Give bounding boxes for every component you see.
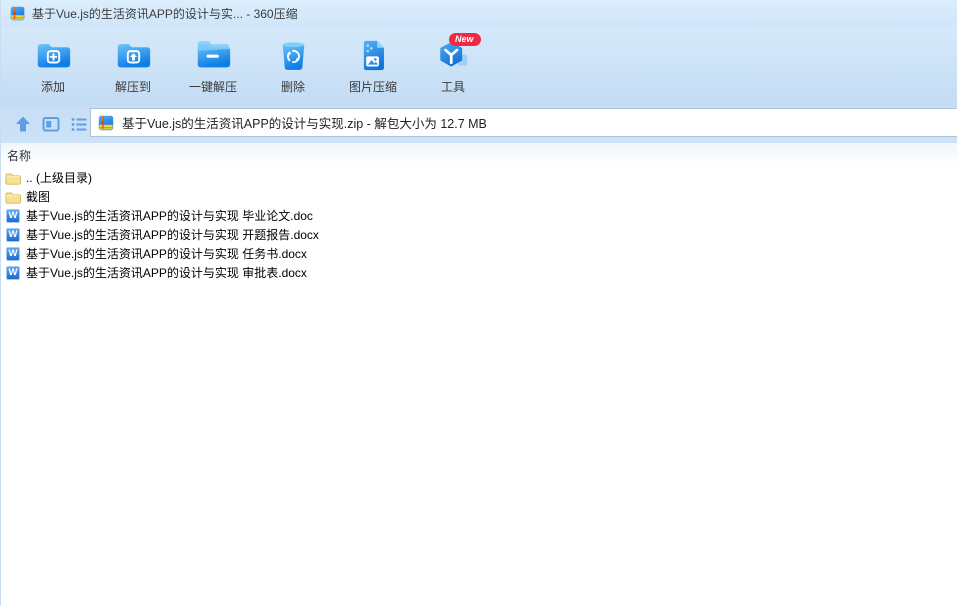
column-header-row: 名称 xyxy=(1,143,957,168)
image-compress-button-label: 图片压缩 xyxy=(349,78,397,95)
word-doc-icon: W xyxy=(5,227,21,243)
up-arrow-icon[interactable] xyxy=(13,114,33,134)
extract-to-button-label: 解压到 xyxy=(115,78,151,95)
list-item-doc[interactable]: W 基于Vue.js的生活资讯APP的设计与实现 开题报告.docx xyxy=(1,225,957,244)
one-click-extract-folder-icon xyxy=(196,34,231,76)
folder-icon xyxy=(5,189,21,205)
title-bar: 基于Vue.js的生活资讯APP的设计与实... - 360压缩 xyxy=(1,0,957,27)
trash-recycle-icon xyxy=(280,34,307,76)
list-view-icon[interactable] xyxy=(69,114,89,134)
add-folder-icon xyxy=(36,34,71,76)
file-name: 基于Vue.js的生活资讯APP的设计与实现 任务书.docx xyxy=(26,245,307,262)
list-item-parent-dir[interactable]: .. (上级目录) xyxy=(1,168,957,187)
image-compress-button[interactable]: 图片压缩 xyxy=(333,32,413,102)
window-title: 基于Vue.js的生活资讯APP的设计与实... - 360压缩 xyxy=(32,5,298,22)
file-name: 基于Vue.js的生活资讯APP的设计与实现 开题报告.docx xyxy=(26,226,319,243)
list-item-folder[interactable]: 截图 xyxy=(1,187,957,206)
folder-icon xyxy=(5,170,21,186)
file-list: .. (上级目录) 截图 W 基于Vue.js的生活资讯APP的设计与实现 毕业… xyxy=(1,168,957,282)
file-name: 基于Vue.js的生活资讯APP的设计与实现 审批表.docx xyxy=(26,264,307,281)
word-doc-icon: W xyxy=(5,208,21,224)
word-doc-icon: W xyxy=(5,265,21,281)
nav-bar: 基于Vue.js的生活资讯APP的设计与实现.zip - 解包大小为 12.7 … xyxy=(1,105,957,143)
delete-button[interactable]: 删除 xyxy=(253,32,333,102)
archive-path-text: 基于Vue.js的生活资讯APP的设计与实现.zip - 解包大小为 12.7 … xyxy=(122,113,487,132)
one-click-extract-button-label: 一键解压 xyxy=(189,78,237,95)
zip-archive-icon xyxy=(9,5,26,22)
word-doc-icon: W xyxy=(5,246,21,262)
tools-button-label: 工具 xyxy=(441,78,465,95)
list-item-doc[interactable]: W 基于Vue.js的生活资讯APP的设计与实现 任务书.docx xyxy=(1,244,957,263)
detail-view-icon[interactable] xyxy=(41,114,61,134)
list-item-doc[interactable]: W 基于Vue.js的生活资讯APP的设计与实现 审批表.docx xyxy=(1,263,957,282)
extract-to-button[interactable]: 解压到 xyxy=(93,32,173,102)
add-button[interactable]: 添加 xyxy=(13,32,93,102)
list-item-doc[interactable]: W 基于Vue.js的生活资讯APP的设计与实现 毕业论文.doc xyxy=(1,206,957,225)
toolbar: 添加 解压到 一键解压 xyxy=(1,27,957,105)
new-badge: New xyxy=(449,33,481,46)
file-name: .. (上级目录) xyxy=(26,169,92,186)
add-button-label: 添加 xyxy=(41,78,65,95)
one-click-extract-button[interactable]: 一键解压 xyxy=(173,32,253,102)
file-name: 截图 xyxy=(26,188,50,205)
image-compress-document-icon xyxy=(360,34,386,76)
file-name: 基于Vue.js的生活资讯APP的设计与实现 毕业论文.doc xyxy=(26,207,313,224)
address-bar[interactable]: 基于Vue.js的生活资讯APP的设计与实现.zip - 解包大小为 12.7 … xyxy=(90,108,957,137)
zip-archive-icon xyxy=(97,114,115,132)
tools-button[interactable]: 工具 New xyxy=(413,32,493,102)
delete-button-label: 删除 xyxy=(281,78,305,95)
column-header-name[interactable]: 名称 xyxy=(7,147,31,164)
extract-to-folder-icon xyxy=(116,34,151,76)
